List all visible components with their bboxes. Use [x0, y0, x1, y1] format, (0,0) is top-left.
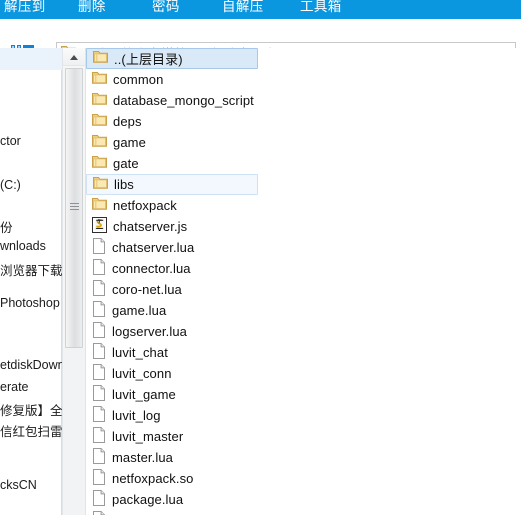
file-list-row[interactable]: game.lua [86, 300, 521, 321]
folder-icon [92, 113, 107, 130]
generic-file-icon [92, 427, 106, 446]
file-name: game [113, 135, 146, 150]
archive-manager-window: 解压到 删除 密码 自解压 工具箱 ..(上层目录) common databa… [0, 0, 521, 515]
file-name: coro-net.lua [112, 282, 182, 297]
script-file-icon [92, 217, 107, 236]
file-name: game.lua [112, 303, 167, 318]
generic-file-icon [92, 469, 106, 488]
generic-file-icon [92, 385, 106, 404]
file-list-row[interactable]: libs [86, 174, 258, 195]
file-name: gate [113, 156, 139, 171]
file-list[interactable]: ..(上层目录) common database_mongo_scriptdeps g… [86, 48, 521, 515]
toolbar-item-2[interactable]: 删除 [78, 0, 106, 17]
folder-icon [92, 71, 107, 88]
toolbar: 解压到 删除 密码 自解压 工具箱 [0, 0, 521, 19]
scroll-up-arrow-icon[interactable] [63, 48, 85, 66]
file-name: netfoxpack.so [112, 471, 194, 486]
file-name: logserver.lua [112, 324, 188, 339]
generic-file-icon [92, 511, 106, 515]
file-list-row[interactable]: chatserver.js [86, 216, 521, 237]
file-list-row[interactable]: runserver.sh [86, 510, 521, 515]
folder-icon [92, 134, 107, 151]
folder-icon [92, 92, 107, 109]
file-name: package.lua [112, 492, 184, 507]
scrollbar-thumb[interactable] [65, 68, 83, 348]
file-list-row[interactable]: common [86, 69, 521, 90]
file-name: luvit_chat [112, 345, 168, 360]
file-list-row[interactable]: chatserver.lua [86, 237, 521, 258]
toolbar-item-4[interactable]: 自解压 [222, 0, 264, 17]
toolbar-item-1[interactable]: 解压到 [4, 0, 46, 17]
file-name: master.lua [112, 450, 173, 465]
file-list-row[interactable]: luvit_conn [86, 363, 521, 384]
file-list-row[interactable]: ..(上层目录) [86, 48, 258, 69]
toolbar-item-5[interactable]: 工具箱 [300, 0, 342, 17]
file-list-row[interactable]: netfoxpack.so [86, 468, 521, 489]
generic-file-icon [92, 238, 106, 257]
folder-icon [93, 50, 108, 67]
file-list-row[interactable]: connector.lua [86, 258, 521, 279]
file-name: luvit_log [112, 408, 161, 423]
folder-icon [93, 176, 108, 193]
vertical-scrollbar[interactable] [62, 48, 86, 515]
file-name: deps [113, 114, 142, 129]
generic-file-icon [92, 448, 106, 467]
generic-file-icon [92, 406, 106, 425]
file-list-row[interactable]: luvit_master [86, 426, 521, 447]
scrollbar-track[interactable] [63, 348, 85, 515]
generic-file-icon [92, 301, 106, 320]
file-list-row[interactable]: master.lua [86, 447, 521, 468]
address-bar-row: 团购来的房卡棋牌.zip\新建文件夹\server [0, 19, 521, 64]
file-list-row[interactable]: luvit_game [86, 384, 521, 405]
file-name: libs [114, 177, 134, 192]
generic-file-icon [92, 490, 106, 509]
file-list-row[interactable]: game [86, 132, 521, 153]
generic-file-icon [92, 322, 106, 341]
generic-file-icon [92, 280, 106, 299]
file-list-row[interactable]: coro-net.lua [86, 279, 521, 300]
file-name: netfoxpack [113, 198, 177, 213]
generic-file-icon [92, 364, 106, 383]
folder-icon [92, 155, 107, 172]
scroll-thumb-grip-icon [70, 203, 79, 213]
file-list-row[interactable]: luvit_chat [86, 342, 521, 363]
file-name: luvit_conn [112, 366, 172, 381]
file-name: chatserver.lua [112, 240, 195, 255]
file-list-row[interactable]: luvit_log [86, 405, 521, 426]
file-name: luvit_master [112, 429, 184, 444]
file-name: chatserver.js [113, 219, 188, 234]
file-list-row[interactable]: gate [86, 153, 521, 174]
scroll-up-arrow-glyph [70, 55, 78, 60]
file-name: connector.lua [112, 261, 191, 276]
toolbar-item-3[interactable]: 密码 [152, 0, 180, 17]
file-list-row[interactable]: package.lua [86, 489, 521, 510]
file-list-row[interactable]: database_mongo_script [86, 90, 521, 111]
generic-file-icon [92, 343, 106, 362]
file-name: common [113, 72, 164, 87]
file-name: luvit_game [112, 387, 176, 402]
file-list-row[interactable]: deps [86, 111, 521, 132]
generic-file-icon [92, 259, 106, 278]
file-name: database_mongo_script [113, 93, 254, 108]
file-list-row[interactable]: netfoxpack [86, 195, 521, 216]
folder-icon [92, 197, 107, 214]
file-list-row[interactable]: logserver.lua [86, 321, 521, 342]
file-name: ..(上层目录) [114, 52, 183, 67]
